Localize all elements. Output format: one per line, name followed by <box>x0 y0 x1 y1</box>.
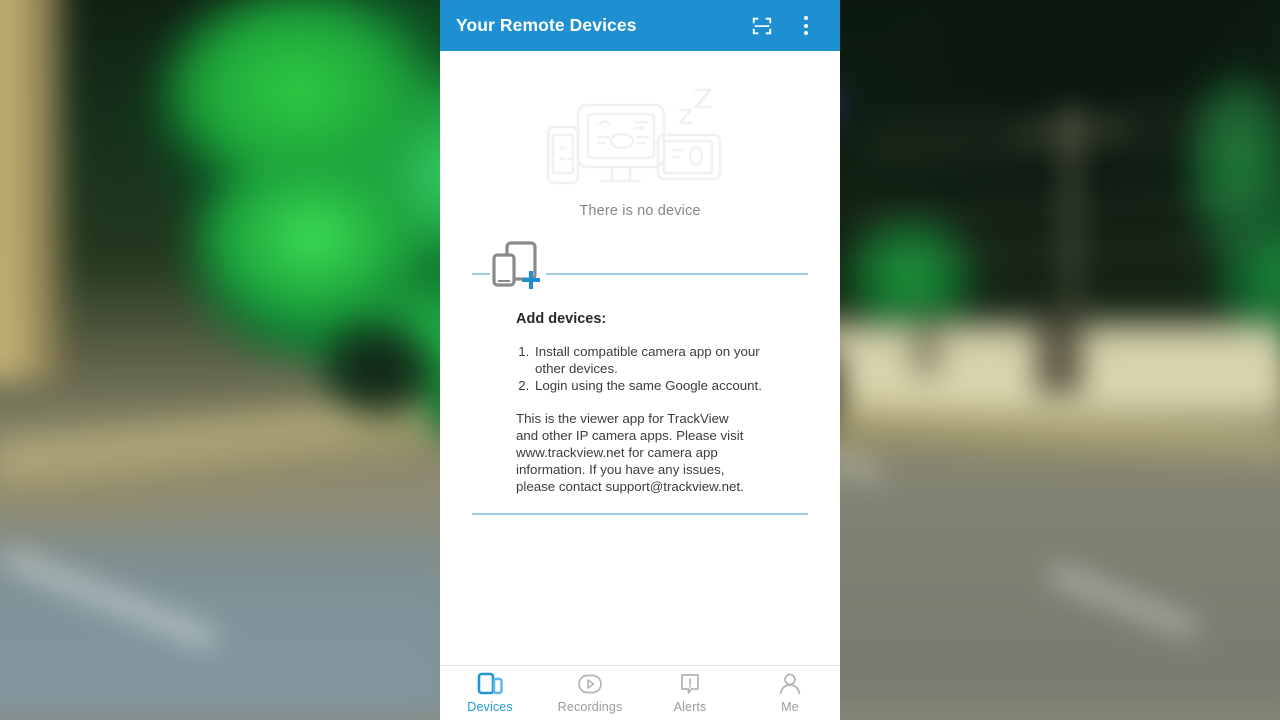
add-devices-steps: Install compatible camera app on your ot… <box>516 343 764 394</box>
bg-wall-opening <box>1035 310 1084 394</box>
nav-label: Alerts <box>673 700 707 714</box>
nav-label: Devices <box>467 700 513 714</box>
app-panel: Your Remote Devices There is no device A… <box>440 0 840 720</box>
nav-tab-devices[interactable]: Devices <box>440 666 540 720</box>
bg-wall-opening <box>910 316 942 377</box>
page-title: Your Remote Devices <box>456 15 637 35</box>
nav-tab-recordings[interactable]: Recordings <box>540 666 640 720</box>
list-item: Install compatible camera app on your ot… <box>533 343 764 377</box>
trackview-info-paragraph: This is the viewer app for TrackView and… <box>516 411 744 494</box>
bg-pillar <box>0 0 69 381</box>
devices-icon <box>477 672 503 696</box>
nav-label: Recordings <box>557 700 623 714</box>
nav-tab-me[interactable]: Me <box>740 666 840 720</box>
divider-bottom <box>472 513 808 515</box>
overflow-dots <box>804 16 808 35</box>
bottom-navigation-bar: Devices Recordings Alerts Me <box>440 665 840 720</box>
bg-road-right <box>785 453 1280 704</box>
add-devices-title: Add devices: <box>516 311 607 327</box>
screenshot-root: Your Remote Devices There is no device A… <box>0 0 1280 720</box>
app-bar: Your Remote Devices <box>440 0 840 51</box>
overflow-menu-icon[interactable] <box>784 4 828 48</box>
person-icon <box>777 672 803 696</box>
content-area: There is no device Add devices: 1. Insta… <box>440 77 840 691</box>
empty-state-message: There is no device <box>579 203 701 219</box>
scan-frame-icon[interactable] <box>740 4 784 48</box>
list-item: Login using the same Google account. <box>533 377 764 394</box>
bg-road-left <box>0 510 453 719</box>
alert-bubble-icon <box>677 672 703 696</box>
nav-label: Me <box>781 700 799 714</box>
add-device-icon[interactable] <box>490 239 546 291</box>
add-devices-info: Add devices: Install compatible camera a… <box>440 311 840 495</box>
nav-tab-alerts[interactable]: Alerts <box>640 666 740 720</box>
play-circle-icon <box>577 672 603 696</box>
sleeping-devices-icon <box>540 77 740 197</box>
add-device-row <box>440 237 840 293</box>
bg-foliage-right <box>1170 6 1280 361</box>
bg-vehicle-silhouette-left <box>317 313 443 428</box>
